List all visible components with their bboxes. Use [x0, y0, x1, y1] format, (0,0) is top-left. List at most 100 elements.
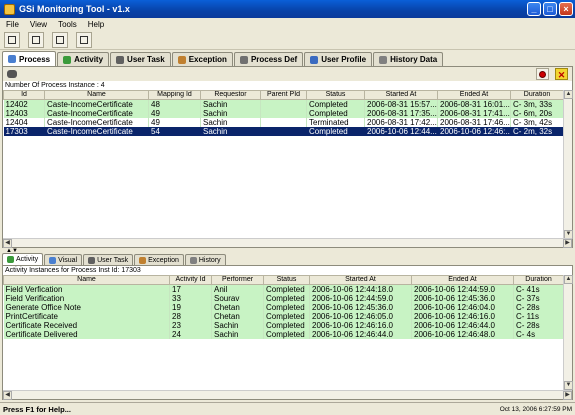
table-row[interactable]: Certificate Received 23 Sachin Completed 200… [3, 321, 564, 330]
column-header-duration[interactable]: Duration [513, 275, 564, 285]
binoculars-icon[interactable] [7, 70, 17, 78]
scroll-up-arrow[interactable]: ▲ [564, 275, 573, 284]
activity-table: Name Activity Id Performer Status Started At… [3, 275, 564, 339]
table-row[interactable]: Field Verification 33 Sourav Completed 2006-… [3, 294, 564, 303]
table-row[interactable]: 17303 Caste-IncomeCertificate 54 Sachin Comp… [3, 127, 564, 136]
cell-duration: C- 37s [513, 294, 564, 303]
column-header-ended-at[interactable]: Ended At [411, 275, 514, 285]
subtab-user-task[interactable]: User Task [83, 254, 134, 265]
activity-panel: Activity Instances for Process Inst Id: … [2, 265, 573, 400]
cell-name: Field Verification [3, 294, 170, 303]
cell-ended-at: 2006-10-06 12:46:48.0 [411, 330, 514, 339]
column-header-performer[interactable]: Performer [211, 275, 264, 285]
cell-duration: C- 3m, 33s [510, 99, 564, 109]
cell-name: Certificate Received [3, 321, 170, 330]
delete-button[interactable]: ✕ [555, 68, 568, 80]
cell-mapping-id: 49 [148, 109, 201, 118]
cell-performer: Chetan [211, 303, 264, 312]
cell-started-at: 2006-10-06 12:44:59.0 [309, 294, 412, 303]
cell-started-at: 2006-10-06 12:46:44.0 [309, 330, 412, 339]
column-header-activity-id[interactable]: Activity Id [169, 275, 212, 285]
process-vscrollbar[interactable]: ▲ ▼ [563, 90, 573, 239]
menu-help[interactable]: Help [88, 20, 104, 29]
scroll-right-arrow[interactable]: ▶ [563, 391, 572, 400]
activity-icon [63, 55, 72, 64]
column-header-status[interactable]: Status [263, 275, 310, 285]
tab-exception[interactable]: Exception [171, 52, 233, 66]
maximize-button[interactable]: □ [543, 2, 557, 16]
table-row[interactable]: Field Verfication 17 Anil Completed 2006-10-… [3, 284, 564, 294]
tab-label: History Data [390, 55, 438, 64]
subtab-activity[interactable]: Activity [2, 253, 44, 265]
scroll-left-arrow[interactable]: ◀ [3, 239, 12, 248]
tree-button[interactable] [28, 32, 44, 48]
table-row[interactable]: Generate Office Note 19 Chetan Completed 200… [3, 303, 564, 312]
column-header-requestor[interactable]: Requestor [200, 90, 261, 100]
column-header-duration[interactable]: Duration [510, 90, 564, 100]
cell-ended-at: 2006-10-06 12:46:... [437, 127, 511, 136]
column-header-name[interactable]: Name [44, 90, 149, 100]
window-button[interactable] [52, 32, 68, 48]
process-panel: ✕ Number Of Process Instance : 4 Id Name M… [2, 66, 573, 248]
menu-view[interactable]: View [30, 20, 47, 29]
menu-file[interactable]: File [6, 20, 19, 29]
cell-id: 12404 [3, 118, 45, 127]
table-row[interactable]: PrintCertificate 28 Chetan Completed 2006-10… [3, 312, 564, 321]
tab-process-def[interactable]: Process Def [233, 52, 304, 66]
tab-process[interactable]: Process [2, 51, 57, 66]
tab-label: Activity [16, 256, 39, 263]
scroll-down-arrow[interactable]: ▼ [564, 381, 573, 390]
close-button[interactable]: × [559, 2, 573, 16]
table-row[interactable]: 12402 Caste-IncomeCertificate 48 Sachin Comp… [3, 99, 564, 109]
process-hscrollbar[interactable]: ◀ ▶ [3, 238, 572, 248]
subtab-exception[interactable]: Exception [134, 254, 184, 265]
table-row[interactable]: 12403 Caste-IncomeCertificate 49 Sachin Comp… [3, 109, 564, 118]
minimize-button[interactable]: _ [527, 2, 541, 16]
menu-bar: File View Tools Help [0, 18, 575, 31]
tab-user-profile[interactable]: User Profile [304, 52, 373, 66]
scroll-up-arrow[interactable]: ▲ [564, 90, 573, 99]
stop-button[interactable] [536, 68, 549, 80]
column-header-ended-at[interactable]: Ended At [437, 90, 511, 100]
tab-user-task[interactable]: User Task [110, 52, 171, 66]
column-header-id[interactable]: Id [3, 90, 45, 100]
cell-duration: C- 4s [513, 330, 564, 339]
subtab-history[interactable]: History [184, 254, 226, 265]
tab-history-data[interactable]: History Data [373, 52, 444, 66]
column-header-parent-pid[interactable]: Parent PId [260, 90, 307, 100]
cell-requestor: Sachin [200, 118, 261, 127]
cell-status: Completed [263, 330, 310, 339]
cell-parent-pid [260, 109, 307, 118]
cell-performer: Sachin [211, 321, 264, 330]
user-profile-icon [310, 55, 319, 64]
scroll-right-arrow[interactable]: ▶ [563, 239, 572, 248]
cell-name: Caste-IncomeCertificate [44, 118, 149, 127]
cell-started-at: 2006-08-31 17:35... [364, 109, 438, 118]
process-def-icon [239, 55, 248, 64]
edit-button[interactable] [4, 32, 20, 48]
cell-parent-pid [260, 127, 307, 136]
column-header-mapping-id[interactable]: Mapping Id [148, 90, 201, 100]
activity-vscrollbar[interactable]: ▲ ▼ [563, 275, 573, 390]
cell-started-at: 2006-08-31 17:42... [364, 118, 438, 127]
cell-status: Completed [306, 109, 365, 118]
cell-duration: C- 11s [513, 312, 564, 321]
table-row[interactable]: Certificate Delivered 24 Sachin Completed 20… [3, 330, 564, 339]
exception-icon [139, 256, 147, 264]
cell-started-at: 2006-10-06 12:46:16.0 [309, 321, 412, 330]
activity-hscrollbar[interactable]: ◀ ▶ [3, 390, 572, 400]
subtab-visual[interactable]: Visual [44, 254, 83, 265]
column-header-status[interactable]: Status [306, 90, 365, 100]
scroll-left-arrow[interactable]: ◀ [3, 391, 12, 400]
tab-label: Exception [188, 55, 227, 64]
activity-icon [7, 256, 14, 263]
cell-status: Completed [263, 321, 310, 330]
list-button[interactable] [76, 32, 92, 48]
cell-name: Field Verfication [3, 284, 170, 294]
column-header-started-at[interactable]: Started At [309, 275, 412, 285]
menu-tools[interactable]: Tools [58, 20, 77, 29]
tab-activity[interactable]: Activity [57, 52, 110, 66]
table-row[interactable]: 12404 Caste-IncomeCertificate 49 Sachin Term… [3, 118, 564, 127]
column-header-started-at[interactable]: Started At [364, 90, 438, 100]
column-header-name[interactable]: Name [3, 275, 170, 285]
